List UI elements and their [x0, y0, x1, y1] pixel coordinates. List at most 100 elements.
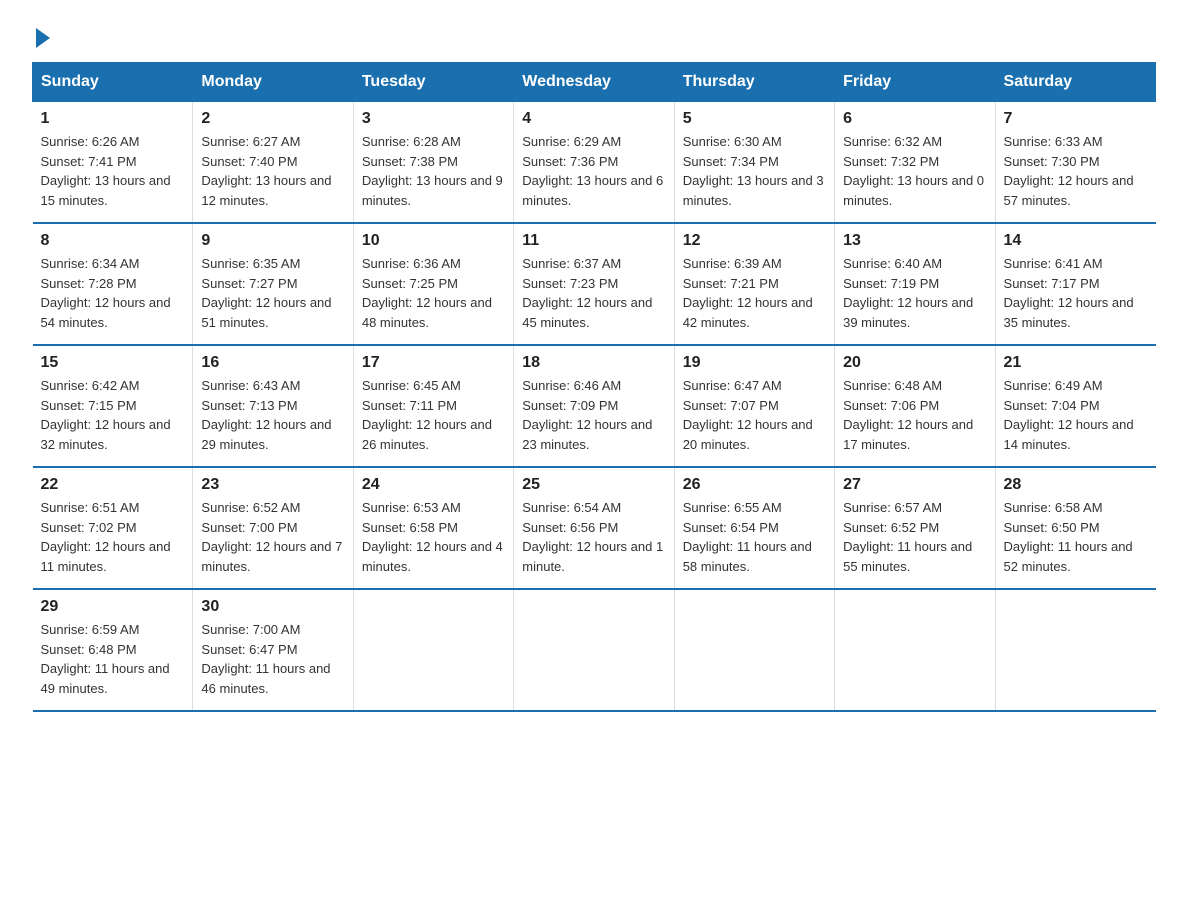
day-info: Sunrise: 6:35 AMSunset: 7:27 PMDaylight:… — [201, 254, 344, 332]
week-row-2: 8 Sunrise: 6:34 AMSunset: 7:28 PMDayligh… — [33, 223, 1156, 345]
day-number: 6 — [843, 110, 986, 128]
day-number: 5 — [683, 110, 826, 128]
day-number: 23 — [201, 476, 344, 494]
day-info: Sunrise: 6:59 AMSunset: 6:48 PMDaylight:… — [41, 620, 185, 698]
day-cell: 11 Sunrise: 6:37 AMSunset: 7:23 PMDaylig… — [514, 223, 674, 345]
day-cell: 4 Sunrise: 6:29 AMSunset: 7:36 PMDayligh… — [514, 102, 674, 224]
logo — [32, 24, 50, 44]
day-info: Sunrise: 6:48 AMSunset: 7:06 PMDaylight:… — [843, 376, 986, 454]
day-cell: 26 Sunrise: 6:55 AMSunset: 6:54 PMDaylig… — [674, 467, 834, 589]
header-cell-sunday: Sunday — [33, 63, 193, 102]
day-cell: 1 Sunrise: 6:26 AMSunset: 7:41 PMDayligh… — [33, 102, 193, 224]
day-number: 29 — [41, 598, 185, 616]
day-cell — [995, 589, 1155, 711]
day-info: Sunrise: 6:36 AMSunset: 7:25 PMDaylight:… — [362, 254, 505, 332]
day-info: Sunrise: 6:41 AMSunset: 7:17 PMDaylight:… — [1004, 254, 1148, 332]
day-number: 15 — [41, 354, 185, 372]
day-number: 3 — [362, 110, 505, 128]
day-number: 9 — [201, 232, 344, 250]
day-cell — [835, 589, 995, 711]
day-cell: 8 Sunrise: 6:34 AMSunset: 7:28 PMDayligh… — [33, 223, 193, 345]
day-number: 25 — [522, 476, 665, 494]
day-cell: 30 Sunrise: 7:00 AMSunset: 6:47 PMDaylig… — [193, 589, 353, 711]
header-row: SundayMondayTuesdayWednesdayThursdayFrid… — [33, 63, 1156, 102]
day-info: Sunrise: 6:54 AMSunset: 6:56 PMDaylight:… — [522, 498, 665, 576]
day-number: 14 — [1004, 232, 1148, 250]
day-cell: 28 Sunrise: 6:58 AMSunset: 6:50 PMDaylig… — [995, 467, 1155, 589]
header-cell-friday: Friday — [835, 63, 995, 102]
day-number: 24 — [362, 476, 505, 494]
calendar-table: SundayMondayTuesdayWednesdayThursdayFrid… — [32, 62, 1156, 712]
day-info: Sunrise: 6:30 AMSunset: 7:34 PMDaylight:… — [683, 132, 826, 210]
day-info: Sunrise: 6:49 AMSunset: 7:04 PMDaylight:… — [1004, 376, 1148, 454]
day-cell: 29 Sunrise: 6:59 AMSunset: 6:48 PMDaylig… — [33, 589, 193, 711]
day-cell: 6 Sunrise: 6:32 AMSunset: 7:32 PMDayligh… — [835, 102, 995, 224]
day-info: Sunrise: 6:45 AMSunset: 7:11 PMDaylight:… — [362, 376, 505, 454]
day-cell: 2 Sunrise: 6:27 AMSunset: 7:40 PMDayligh… — [193, 102, 353, 224]
day-number: 22 — [41, 476, 185, 494]
day-number: 27 — [843, 476, 986, 494]
day-number: 8 — [41, 232, 185, 250]
day-info: Sunrise: 7:00 AMSunset: 6:47 PMDaylight:… — [201, 620, 344, 698]
day-info: Sunrise: 6:53 AMSunset: 6:58 PMDaylight:… — [362, 498, 505, 576]
day-info: Sunrise: 6:58 AMSunset: 6:50 PMDaylight:… — [1004, 498, 1148, 576]
day-info: Sunrise: 6:29 AMSunset: 7:36 PMDaylight:… — [522, 132, 665, 210]
header-cell-saturday: Saturday — [995, 63, 1155, 102]
day-info: Sunrise: 6:34 AMSunset: 7:28 PMDaylight:… — [41, 254, 185, 332]
day-number: 26 — [683, 476, 826, 494]
day-number: 19 — [683, 354, 826, 372]
day-number: 7 — [1004, 110, 1148, 128]
header-cell-wednesday: Wednesday — [514, 63, 674, 102]
page-header — [32, 24, 1156, 44]
day-info: Sunrise: 6:37 AMSunset: 7:23 PMDaylight:… — [522, 254, 665, 332]
day-cell: 17 Sunrise: 6:45 AMSunset: 7:11 PMDaylig… — [353, 345, 513, 467]
day-info: Sunrise: 6:55 AMSunset: 6:54 PMDaylight:… — [683, 498, 826, 576]
day-cell: 15 Sunrise: 6:42 AMSunset: 7:15 PMDaylig… — [33, 345, 193, 467]
day-info: Sunrise: 6:47 AMSunset: 7:07 PMDaylight:… — [683, 376, 826, 454]
day-number: 13 — [843, 232, 986, 250]
day-cell: 21 Sunrise: 6:49 AMSunset: 7:04 PMDaylig… — [995, 345, 1155, 467]
day-cell — [674, 589, 834, 711]
day-number: 4 — [522, 110, 665, 128]
day-number: 17 — [362, 354, 505, 372]
day-cell: 19 Sunrise: 6:47 AMSunset: 7:07 PMDaylig… — [674, 345, 834, 467]
day-number: 12 — [683, 232, 826, 250]
day-number: 11 — [522, 232, 665, 250]
day-info: Sunrise: 6:28 AMSunset: 7:38 PMDaylight:… — [362, 132, 505, 210]
day-info: Sunrise: 6:27 AMSunset: 7:40 PMDaylight:… — [201, 132, 344, 210]
day-number: 1 — [41, 110, 185, 128]
week-row-3: 15 Sunrise: 6:42 AMSunset: 7:15 PMDaylig… — [33, 345, 1156, 467]
day-info: Sunrise: 6:51 AMSunset: 7:02 PMDaylight:… — [41, 498, 185, 576]
day-cell: 16 Sunrise: 6:43 AMSunset: 7:13 PMDaylig… — [193, 345, 353, 467]
day-info: Sunrise: 6:40 AMSunset: 7:19 PMDaylight:… — [843, 254, 986, 332]
day-info: Sunrise: 6:46 AMSunset: 7:09 PMDaylight:… — [522, 376, 665, 454]
day-number: 28 — [1004, 476, 1148, 494]
header-cell-monday: Monday — [193, 63, 353, 102]
logo-triangle-icon — [36, 28, 50, 48]
day-info: Sunrise: 6:32 AMSunset: 7:32 PMDaylight:… — [843, 132, 986, 210]
header-cell-thursday: Thursday — [674, 63, 834, 102]
day-cell: 12 Sunrise: 6:39 AMSunset: 7:21 PMDaylig… — [674, 223, 834, 345]
day-info: Sunrise: 6:43 AMSunset: 7:13 PMDaylight:… — [201, 376, 344, 454]
day-cell: 13 Sunrise: 6:40 AMSunset: 7:19 PMDaylig… — [835, 223, 995, 345]
day-info: Sunrise: 6:33 AMSunset: 7:30 PMDaylight:… — [1004, 132, 1148, 210]
day-cell: 25 Sunrise: 6:54 AMSunset: 6:56 PMDaylig… — [514, 467, 674, 589]
week-row-4: 22 Sunrise: 6:51 AMSunset: 7:02 PMDaylig… — [33, 467, 1156, 589]
day-number: 30 — [201, 598, 344, 616]
day-cell: 24 Sunrise: 6:53 AMSunset: 6:58 PMDaylig… — [353, 467, 513, 589]
day-number: 21 — [1004, 354, 1148, 372]
day-cell: 9 Sunrise: 6:35 AMSunset: 7:27 PMDayligh… — [193, 223, 353, 345]
day-number: 16 — [201, 354, 344, 372]
day-info: Sunrise: 6:52 AMSunset: 7:00 PMDaylight:… — [201, 498, 344, 576]
day-number: 2 — [201, 110, 344, 128]
day-info: Sunrise: 6:39 AMSunset: 7:21 PMDaylight:… — [683, 254, 826, 332]
week-row-5: 29 Sunrise: 6:59 AMSunset: 6:48 PMDaylig… — [33, 589, 1156, 711]
day-info: Sunrise: 6:57 AMSunset: 6:52 PMDaylight:… — [843, 498, 986, 576]
day-cell: 10 Sunrise: 6:36 AMSunset: 7:25 PMDaylig… — [353, 223, 513, 345]
day-cell — [514, 589, 674, 711]
day-cell: 3 Sunrise: 6:28 AMSunset: 7:38 PMDayligh… — [353, 102, 513, 224]
day-info: Sunrise: 6:26 AMSunset: 7:41 PMDaylight:… — [41, 132, 185, 210]
day-number: 20 — [843, 354, 986, 372]
day-cell: 22 Sunrise: 6:51 AMSunset: 7:02 PMDaylig… — [33, 467, 193, 589]
day-cell: 20 Sunrise: 6:48 AMSunset: 7:06 PMDaylig… — [835, 345, 995, 467]
